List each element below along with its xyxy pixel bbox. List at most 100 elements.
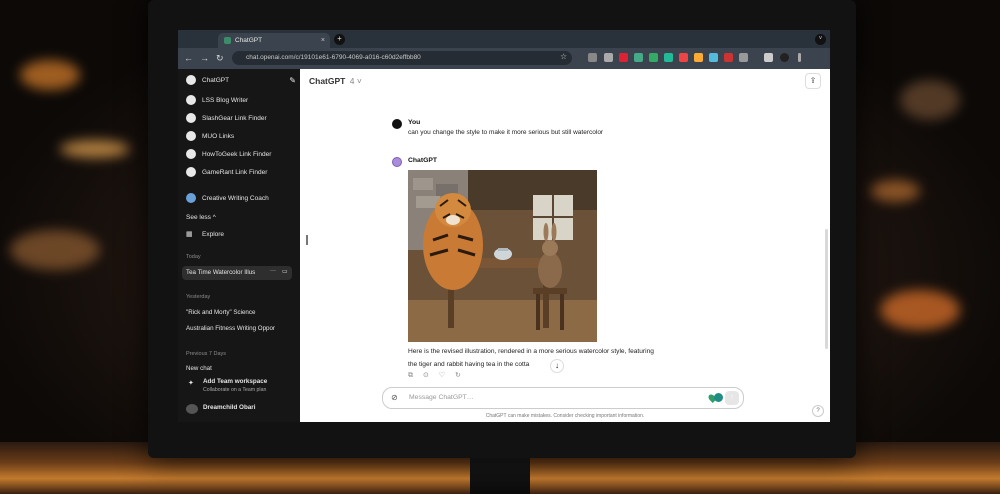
gpt-avatar-icon: [186, 149, 196, 159]
sidebar-item-label: Explore: [202, 230, 225, 238]
bokeh-light: [20, 60, 80, 90]
gpt-avatar-icon: [186, 193, 196, 203]
sidebar-item-chatgpt[interactable]: ChatGPT ✎: [186, 73, 296, 87]
new-chat-icon[interactable]: ✎: [289, 76, 296, 85]
sidebar-item-label: MUO Links: [202, 132, 235, 140]
new-tab-button[interactable]: +: [334, 34, 345, 45]
sidebar-item-explore[interactable]: ▦ Explore: [186, 227, 296, 241]
extension-icon[interactable]: [679, 53, 688, 62]
back-icon[interactable]: ←: [184, 53, 193, 63]
workspace-subtitle: Collaborate on a Team plan: [203, 387, 267, 393]
chatgpt-logo-icon: [186, 75, 196, 85]
message-actions[interactable]: ⧉ ⊙ ♡ ↻: [408, 371, 465, 380]
gpt-avatar-icon: [186, 113, 196, 123]
bokeh-light: [900, 80, 960, 120]
extension-icon[interactable]: [634, 53, 643, 62]
section-today: Today: [186, 254, 201, 260]
bokeh-light: [870, 180, 920, 202]
sidebar-item-gpt[interactable]: HowToGeek Link Finder: [186, 147, 296, 161]
attach-icon[interactable]: ⊘: [391, 393, 398, 402]
extension-icon[interactable]: [724, 53, 733, 62]
extension-icon[interactable]: [649, 53, 658, 62]
sidebar: ChatGPT ✎ LSS Blog Writer SlashGear Link…: [178, 69, 300, 422]
extension-icon[interactable]: [739, 53, 748, 62]
sidebar-item-gpt[interactable]: GameRant Link Finder: [186, 165, 296, 179]
sidebar-item-gpt[interactable]: Creative Writing Coach: [186, 191, 296, 205]
assistant-sender-label: ChatGPT: [408, 157, 438, 164]
gpt-avatar-icon: [186, 131, 196, 141]
sidebar-item-label: Creative Writing Coach: [202, 194, 269, 202]
extension-icon[interactable]: [619, 53, 628, 62]
sidebar-item-gpt[interactable]: LSS Blog Writer: [186, 93, 296, 107]
message-composer[interactable]: ⊘ Message ChatGPT… ↑: [382, 387, 744, 409]
tab-title: ChatGPT: [235, 37, 263, 44]
message-input[interactable]: Message ChatGPT…: [409, 394, 474, 401]
disclaimer: ChatGPT can make mistakes. Consider chec…: [485, 413, 645, 419]
sidebar-item-label: GameRant Link Finder: [202, 168, 268, 176]
extension-icon[interactable]: [588, 53, 597, 62]
help-button[interactable]: ?: [812, 405, 824, 417]
bokeh-light: [10, 230, 100, 270]
archive-icon[interactable]: ▭: [282, 268, 288, 275]
profile-avatar[interactable]: [780, 53, 789, 62]
scrollbar[interactable]: [825, 229, 828, 349]
browser-tab[interactable]: ChatGPT ×: [218, 33, 330, 48]
monitor-stand: [470, 455, 530, 494]
scroll-to-bottom-button[interactable]: ↓: [550, 359, 564, 373]
send-button[interactable]: ↑: [725, 391, 739, 405]
watercolor-tiger-rabbit-illustration: [408, 170, 597, 342]
sidebar-item-label: ChatGPT: [202, 76, 230, 84]
screen: ChatGPT × + ˅ ← → ↻ chat.openai.com/c/19…: [178, 30, 830, 422]
gpt-avatar-icon: [186, 167, 196, 177]
user-sender-label: You: [408, 119, 421, 126]
gpt-avatar-icon: [186, 95, 196, 105]
assistant-reply-line: the tiger and rabbit having tea in the c…: [408, 361, 530, 368]
section-previous-7-days: Previous 7 Days: [186, 351, 227, 357]
sparkle-icon: ✦: [188, 380, 194, 387]
section-yesterday: Yesterday: [186, 294, 211, 300]
sidebar-item-gpt[interactable]: MUO Links: [186, 129, 296, 143]
sidebar-item-gpt[interactable]: SlashGear Link Finder: [186, 111, 296, 125]
user-avatar: [392, 119, 402, 129]
sidebar-resize-handle[interactable]: [306, 235, 308, 245]
chat-item[interactable]: Australian Fitness Writing Oppor: [186, 325, 296, 332]
chatgpt-avatar: [392, 157, 402, 167]
add-team-workspace[interactable]: Add Team workspace: [203, 378, 267, 385]
extension-icon[interactable]: [604, 53, 613, 62]
user-avatar[interactable]: [186, 404, 198, 414]
bokeh-light: [880, 290, 960, 330]
chat-item[interactable]: New chat: [186, 365, 296, 372]
chatgpt-favicon-icon: [224, 37, 231, 44]
browser-tab-bar: ChatGPT × + ˅: [178, 30, 830, 48]
user-name[interactable]: Dreamchild Obari: [203, 404, 256, 411]
chat-item-active[interactable]: Tea Time Watercolor Illus: [186, 269, 266, 276]
sidebar-item-label: HowToGeek Link Finder: [202, 150, 272, 158]
bookmark-star-icon[interactable]: ☆: [560, 52, 567, 61]
assistant-reply-line: Here is the revised illustration, render…: [408, 348, 654, 355]
reload-icon[interactable]: ↻: [216, 53, 224, 64]
extension-icon[interactable]: [709, 53, 718, 62]
grid-icon: ▦: [186, 231, 193, 238]
browser-toolbar: ← → ↻ chat.openai.com/c/19101e61-6790-40…: [178, 48, 830, 69]
bokeh-light: [60, 140, 130, 158]
generated-image[interactable]: [408, 170, 597, 342]
more-options-icon[interactable]: ···: [270, 268, 276, 274]
share-button[interactable]: ⇪: [805, 73, 821, 89]
extension-icon[interactable]: [694, 53, 703, 62]
user-message: can you change the style to make it more…: [408, 129, 604, 136]
sidebar-item-label: SlashGear Link Finder: [202, 114, 267, 122]
model-name: ChatGPT: [309, 76, 346, 86]
sidepanel-icon[interactable]: [764, 53, 773, 62]
see-less-toggle[interactable]: See less ^: [186, 210, 296, 224]
model-version: 4 ˅: [349, 76, 362, 86]
extension-icon[interactable]: [714, 393, 723, 402]
close-tab-icon[interactable]: ×: [321, 37, 325, 44]
chat-main: ChatGPT 4 ˅ ⇪ You can you change the sty…: [300, 69, 830, 422]
extension-icon[interactable]: [664, 53, 673, 62]
kebab-menu-icon[interactable]: [798, 53, 801, 62]
model-selector[interactable]: ChatGPT 4 ˅: [309, 76, 362, 86]
chat-item[interactable]: "Rick and Morty" Science: [186, 309, 296, 316]
address-bar[interactable]: chat.openai.com/c/19101e61-6790-4069-a01…: [232, 51, 572, 65]
forward-icon[interactable]: →: [200, 53, 209, 63]
window-menu-icon[interactable]: ˅: [815, 34, 826, 45]
